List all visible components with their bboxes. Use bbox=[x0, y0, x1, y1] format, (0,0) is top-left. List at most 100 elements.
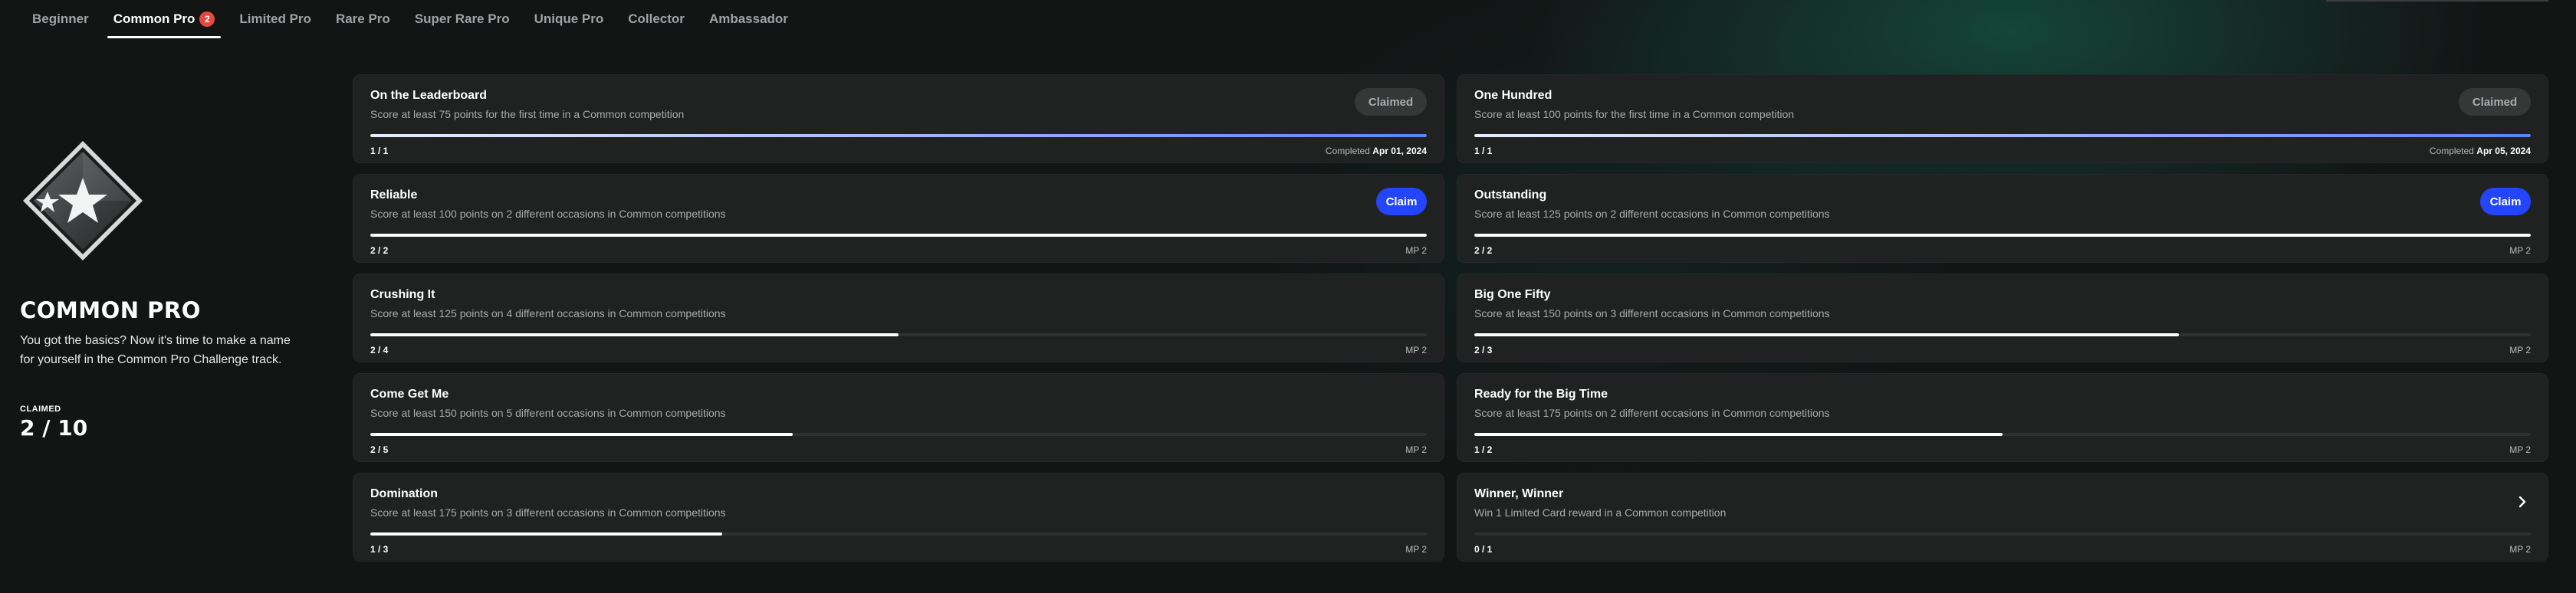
challenge-card[interactable]: Winner, Winner Win 1 Limited Card reward… bbox=[1457, 473, 2548, 562]
completed-date-value: Apr 05, 2024 bbox=[2476, 146, 2531, 156]
tab-limited-pro[interactable]: Limited Pro bbox=[227, 0, 324, 38]
claimed-button[interactable]: Claimed bbox=[1355, 88, 1427, 116]
challenge-title: Domination bbox=[370, 487, 438, 500]
progress-count: 2 / 5 bbox=[370, 444, 389, 455]
challenge-card: Reliable Score at least 100 points on 2 … bbox=[353, 174, 1444, 263]
progress-count: 1 / 2 bbox=[1474, 444, 1493, 455]
reward-points: MP 2 bbox=[1405, 444, 1427, 455]
notification-badge: 2 bbox=[199, 11, 215, 27]
progress-bar bbox=[1474, 532, 2531, 536]
challenge-card: Domination Score at least 175 points on … bbox=[353, 473, 1444, 562]
challenge-title: One Hundred bbox=[1474, 89, 1552, 102]
chevron-right-icon[interactable] bbox=[2514, 493, 2531, 510]
star-diamond-emblem-icon bbox=[23, 141, 143, 260]
challenge-card: Ready for the Big Time Score at least 17… bbox=[1457, 373, 2548, 462]
tab-label: Beginner bbox=[32, 11, 89, 26]
tab-common-pro[interactable]: Common Pro 2 bbox=[101, 0, 228, 38]
progress-count: 2 / 2 bbox=[1474, 245, 1493, 256]
progress-fill bbox=[370, 234, 1427, 237]
progress-fill bbox=[370, 532, 722, 536]
claimed-count: 2 / 10 bbox=[20, 415, 88, 441]
tab-beginner[interactable]: Beginner bbox=[20, 0, 101, 38]
challenge-description: Score at least 150 points on 3 different… bbox=[1474, 307, 1830, 319]
progress-count: 1 / 1 bbox=[1474, 146, 1493, 156]
tab-collector[interactable]: Collector bbox=[616, 0, 697, 38]
reward-points: MP 2 bbox=[2509, 544, 2531, 555]
tab-label: Ambassador bbox=[708, 11, 788, 26]
challenge-title: Outstanding bbox=[1474, 188, 1547, 201]
reward-points: MP 2 bbox=[1405, 245, 1427, 256]
progress-bar bbox=[370, 532, 1427, 536]
reward-points: MP 2 bbox=[2509, 345, 2531, 355]
progress-fill bbox=[370, 134, 1427, 137]
challenge-card: Crushing It Score at least 125 points on… bbox=[353, 274, 1444, 362]
completed-date-value: Apr 01, 2024 bbox=[1372, 146, 1427, 156]
track-summary: COMMON PRO You got the basics? Now it's … bbox=[20, 138, 342, 441]
challenge-title: Come Get Me bbox=[370, 388, 449, 401]
tab-rare-pro[interactable]: Rare Pro bbox=[324, 0, 402, 38]
challenge-title: Ready for the Big Time bbox=[1474, 388, 1608, 401]
tab-label: Common Pro bbox=[113, 11, 196, 26]
progress-fill bbox=[1474, 234, 2531, 237]
challenge-title: Reliable bbox=[370, 188, 418, 201]
challenge-description: Win 1 Limited Card reward in a Common co… bbox=[1474, 506, 1727, 519]
tab-label: Limited Pro bbox=[239, 11, 311, 26]
claimed-label: CLAIMED bbox=[20, 405, 61, 414]
track-description: You got the basics? Now it's time to mak… bbox=[20, 334, 291, 366]
reward-points: MP 2 bbox=[1405, 544, 1427, 555]
progress-fill bbox=[370, 433, 794, 436]
progress-bar bbox=[1474, 234, 2531, 237]
progress-count: 2 / 2 bbox=[370, 245, 389, 256]
progress-bar bbox=[1474, 433, 2531, 436]
progress-bar bbox=[1474, 134, 2531, 137]
progress-bar bbox=[370, 333, 1427, 336]
challenge-description: Score at least 125 points on 4 different… bbox=[370, 307, 726, 319]
progress-fill bbox=[1474, 333, 2180, 336]
progress-fill bbox=[1474, 134, 2531, 137]
track-title: COMMON PRO bbox=[20, 297, 201, 323]
challenge-card: Big One Fifty Score at least 150 points … bbox=[1457, 274, 2548, 362]
challenge-description: Score at least 75 points for the first t… bbox=[370, 108, 685, 120]
progress-count: 1 / 3 bbox=[370, 544, 389, 555]
reward-points: MP 2 bbox=[2509, 245, 2531, 256]
challenge-title: Crushing It bbox=[370, 288, 435, 301]
tab-ambassador[interactable]: Ambassador bbox=[697, 0, 800, 38]
challenge-description: Score at least 175 points on 3 different… bbox=[370, 506, 726, 519]
tab-unique-pro[interactable]: Unique Pro bbox=[522, 0, 616, 38]
tab-label: Super Rare Pro bbox=[414, 11, 510, 26]
tab-label: Collector bbox=[628, 11, 685, 26]
claimed-button[interactable]: Claimed bbox=[2459, 88, 2531, 116]
completed-label: Completed bbox=[2429, 146, 2477, 156]
progress-fill bbox=[1474, 433, 2003, 436]
challenge-description: Score at least 100 points for the first … bbox=[1474, 108, 1795, 120]
reward-points: MP 2 bbox=[1405, 345, 1427, 355]
progress-bar bbox=[1474, 333, 2531, 336]
challenge-title: Winner, Winner bbox=[1474, 487, 1564, 500]
claim-button[interactable]: Claim bbox=[2480, 188, 2531, 215]
tab-label: Rare Pro bbox=[335, 11, 390, 26]
progress-count: 1 / 1 bbox=[370, 146, 389, 156]
top-divider bbox=[2326, 0, 2548, 2]
progress-bar bbox=[370, 433, 1427, 436]
challenge-description: Score at least 150 points on 5 different… bbox=[370, 407, 726, 419]
challenge-description: Score at least 100 points on 2 different… bbox=[370, 208, 726, 220]
challenge-grid: On the Leaderboard Score at least 75 poi… bbox=[353, 74, 2558, 562]
completed-date: Completed Apr 01, 2024 bbox=[1326, 146, 1427, 156]
claim-button[interactable]: Claim bbox=[1376, 188, 1427, 215]
tab-label: Unique Pro bbox=[534, 11, 604, 26]
challenge-description: Score at least 125 points on 2 different… bbox=[1474, 208, 1830, 220]
completed-date: Completed Apr 05, 2024 bbox=[2430, 146, 2531, 156]
track-tabs: Beginner Common Pro 2 Limited Pro Rare Pr… bbox=[20, 0, 800, 38]
progress-count: 2 / 3 bbox=[1474, 345, 1493, 355]
challenge-title: On the Leaderboard bbox=[370, 89, 488, 102]
challenge-card: On the Leaderboard Score at least 75 poi… bbox=[353, 74, 1444, 163]
progress-bar bbox=[370, 234, 1427, 237]
challenge-card: Outstanding Score at least 125 points on… bbox=[1457, 174, 2548, 263]
challenge-title: Big One Fifty bbox=[1474, 288, 1551, 301]
challenge-card: Come Get Me Score at least 150 points on… bbox=[353, 373, 1444, 462]
tab-super-rare-pro[interactable]: Super Rare Pro bbox=[402, 0, 522, 38]
progress-count: 0 / 1 bbox=[1474, 544, 1493, 555]
challenge-description: Score at least 175 points on 2 different… bbox=[1474, 407, 1830, 419]
reward-points: MP 2 bbox=[2509, 444, 2531, 455]
completed-label: Completed bbox=[1325, 146, 1373, 156]
